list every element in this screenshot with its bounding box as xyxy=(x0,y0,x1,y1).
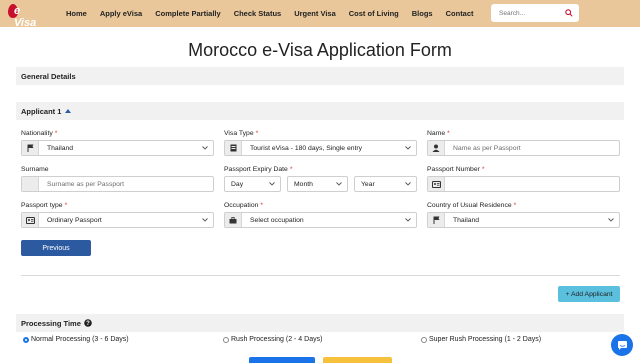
processing-option-normal[interactable]: Normal Processing (3 - 6 Days) xyxy=(23,336,129,343)
expiry-day-select[interactable]: Day xyxy=(224,176,281,192)
passport-number-input[interactable] xyxy=(427,176,620,192)
chevron-down-icon xyxy=(606,218,616,222)
name-input[interactable]: Name as per Passport xyxy=(427,140,620,156)
name-label: Name * xyxy=(427,130,450,137)
radio-selected[interactable] xyxy=(23,336,29,343)
bottom-yellow-button[interactable] xyxy=(323,357,392,363)
visa-type-label: Visa Type * xyxy=(224,130,259,137)
nav-cost-of-living[interactable]: Cost of Living xyxy=(349,9,399,18)
processing-option-rush[interactable]: Rush Processing (2 - 4 Days) xyxy=(223,336,322,343)
blank-icon xyxy=(22,177,39,191)
surname-placeholder: Surname as per Passport xyxy=(47,180,125,188)
chevron-down-icon xyxy=(334,182,344,186)
search-box xyxy=(491,4,579,22)
user-icon xyxy=(428,141,445,155)
visa-type-select[interactable]: Tourist eVisa - 180 days, Single entry xyxy=(224,140,417,156)
passport-type-value: Ordinary Passport xyxy=(47,216,102,224)
id-card-icon xyxy=(428,177,445,191)
briefcase-icon xyxy=(225,213,242,227)
flag-icon xyxy=(428,213,445,227)
processing-option-label: Normal Processing (3 - 6 Days) xyxy=(31,336,129,343)
passport-type-label: Passport type * xyxy=(21,202,68,209)
name-placeholder: Name as per Passport xyxy=(453,144,521,152)
chevron-down-icon xyxy=(200,146,210,150)
applicant-title: Applicant 1 xyxy=(21,106,62,116)
occupation-value: Select occupation xyxy=(250,216,304,224)
passport-number-label: Passport Number * xyxy=(427,166,485,173)
nav-urgent-visa[interactable]: Urgent Visa xyxy=(294,9,336,18)
page-title: Morocco e-Visa Application Form xyxy=(188,40,452,60)
search-input[interactable] xyxy=(499,9,561,17)
help-icon[interactable]: ? xyxy=(84,319,92,327)
chevron-down-icon xyxy=(200,218,210,222)
chevron-down-icon xyxy=(403,146,413,150)
bottom-blue-button[interactable] xyxy=(249,357,315,363)
search-icon[interactable] xyxy=(565,9,573,17)
nationality-select[interactable]: Thailand xyxy=(21,140,214,156)
expiry-year-select[interactable]: Year xyxy=(354,176,417,192)
general-details-header[interactable]: General Details xyxy=(16,67,624,85)
visa-type-value: Tourist eVisa - 180 days, Single entry xyxy=(250,144,363,152)
passport-type-select[interactable]: Ordinary Passport xyxy=(21,212,214,228)
nav-apply-evisa[interactable]: Apply eVisa xyxy=(100,9,142,18)
radio-unselected[interactable] xyxy=(223,336,229,343)
processing-option-label: Super Rush Processing (1 - 2 Days) xyxy=(429,336,542,343)
chat-button[interactable] xyxy=(611,334,633,356)
processing-time-title: Processing Time xyxy=(21,318,81,328)
occupation-label: Occupation * xyxy=(224,202,264,209)
passport-book-icon xyxy=(225,141,242,155)
id-card-icon xyxy=(22,213,39,227)
passport-expiry-label: Passport Expiry Date * xyxy=(224,166,293,173)
chat-icon xyxy=(617,340,627,350)
processing-time-header: Processing Time ? xyxy=(16,314,624,332)
nationality-label: Nationality * xyxy=(21,130,58,137)
chevron-down-icon xyxy=(403,218,413,222)
expiry-year-value: Year xyxy=(361,180,375,188)
expiry-month-value: Month xyxy=(294,180,313,188)
previous-button[interactable]: Previous xyxy=(21,240,91,256)
expiry-day-value: Day xyxy=(231,180,244,188)
svg-text:?: ? xyxy=(86,321,90,327)
expiry-month-select[interactable]: Month xyxy=(287,176,348,192)
caret-up-icon[interactable] xyxy=(65,109,72,113)
nationality-value: Thailand xyxy=(47,144,74,152)
divider xyxy=(21,275,620,276)
logo[interactable]: e Visa xyxy=(6,2,38,29)
main-nav: Home Apply eVisa Complete Partially Chec… xyxy=(66,0,487,27)
flag-icon xyxy=(22,141,39,155)
chevron-down-icon xyxy=(403,182,413,186)
surname-input[interactable]: Surname as per Passport xyxy=(21,176,214,192)
nav-complete-partially[interactable]: Complete Partially xyxy=(155,9,220,18)
nav-blogs[interactable]: Blogs xyxy=(412,9,433,18)
logo-text: e Visa xyxy=(14,5,37,29)
add-applicant-button[interactable]: + Add Applicant xyxy=(558,286,620,302)
residence-value: Thailand xyxy=(453,216,480,224)
chevron-down-icon xyxy=(267,182,277,186)
general-details-label: General Details xyxy=(21,71,76,81)
residence-label: Country of Usual Residence * xyxy=(427,202,517,209)
residence-select[interactable]: Thailand xyxy=(427,212,620,228)
surname-label: Surname xyxy=(21,166,49,173)
nav-contact[interactable]: Contact xyxy=(446,9,474,18)
nav-check-status[interactable]: Check Status xyxy=(234,9,282,18)
occupation-select[interactable]: Select occupation xyxy=(224,212,417,228)
site-header: e Visa Home Apply eVisa Complete Partial… xyxy=(0,0,640,29)
radio-unselected[interactable] xyxy=(421,336,427,343)
processing-option-label: Rush Processing (2 - 4 Days) xyxy=(231,336,323,343)
processing-option-super-rush[interactable]: Super Rush Processing (1 - 2 Days) xyxy=(421,336,541,343)
nav-home[interactable]: Home xyxy=(66,9,87,18)
applicant-header[interactable]: Applicant 1 xyxy=(16,102,624,120)
